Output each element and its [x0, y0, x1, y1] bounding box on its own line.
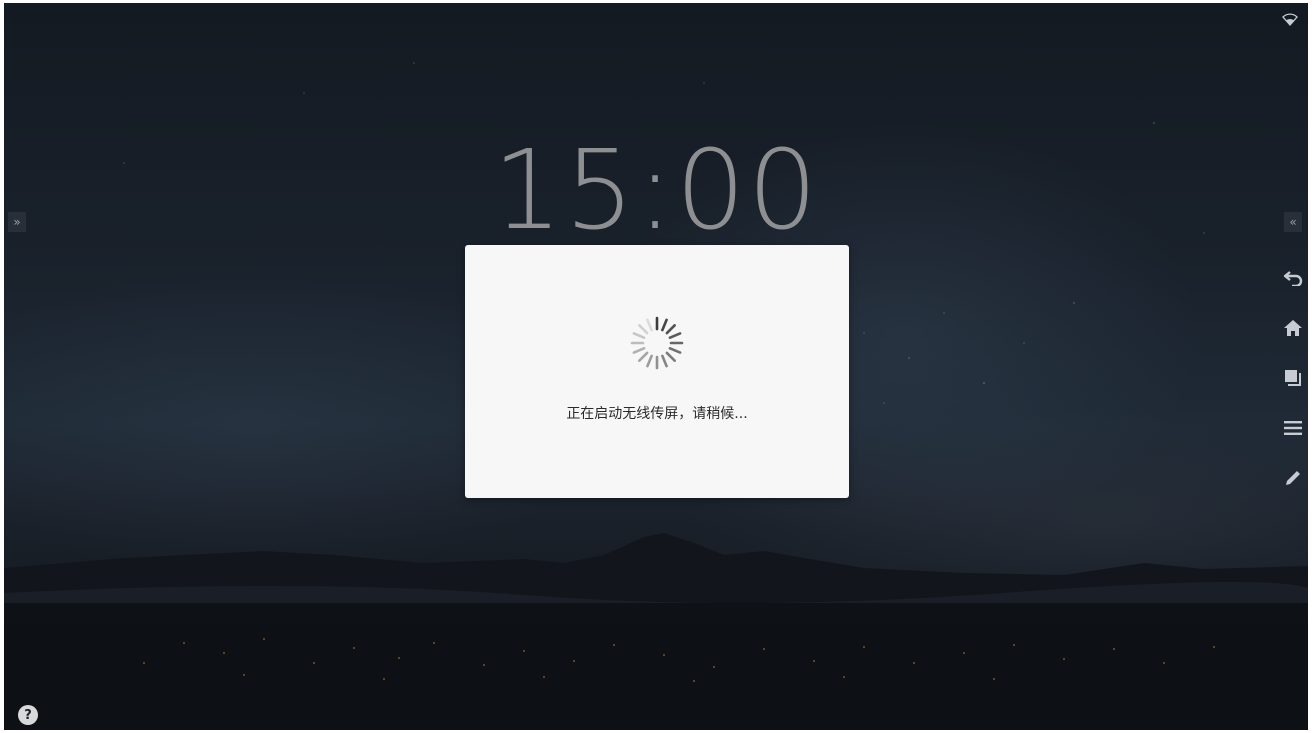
spinner-tick — [632, 347, 646, 354]
back-icon — [1283, 271, 1303, 286]
double-chevron-left-icon: « — [1289, 215, 1297, 229]
spinner-tick — [638, 351, 649, 362]
spinner-tick — [638, 324, 649, 335]
windows-icon — [1285, 370, 1301, 386]
spinner-tick — [668, 332, 682, 339]
question-icon: ? — [24, 707, 32, 723]
home-button[interactable] — [1280, 303, 1306, 353]
help-button[interactable]: ? — [18, 705, 38, 725]
menu-icon — [1284, 421, 1302, 435]
loading-spinner-icon — [630, 316, 684, 370]
pen-icon — [1286, 471, 1300, 485]
recent-windows-button[interactable] — [1280, 353, 1306, 403]
spinner-tick — [665, 351, 676, 362]
loading-message: 正在启动无线传屏，请稍候... — [566, 406, 748, 422]
home-icon — [1284, 320, 1302, 336]
double-chevron-right-icon: » — [13, 215, 21, 229]
right-sidebar-collapse-button[interactable]: « — [1284, 212, 1302, 232]
spinner-tick — [661, 318, 668, 332]
wifi-icon — [1282, 11, 1298, 30]
clock-time: 15:00 — [492, 126, 820, 254]
spinner-tick — [632, 332, 646, 339]
right-sidebar-toolbar — [1280, 253, 1306, 503]
wireless-casting-loading-dialog: 正在启动无线传屏，请稍候... — [465, 245, 849, 498]
annotate-pen-button[interactable] — [1280, 453, 1306, 503]
spinner-tick — [668, 347, 682, 354]
desktop-screen: 15:00 » « ? 正在启动无线传屏，请稍候... — [4, 3, 1308, 730]
menu-button[interactable] — [1280, 403, 1306, 453]
spinner-tick — [665, 324, 676, 335]
back-button[interactable] — [1280, 253, 1306, 303]
spinner-tick — [646, 354, 653, 368]
spinner-tick — [661, 354, 668, 368]
spinner-tick — [646, 318, 653, 332]
left-sidebar-expand-button[interactable]: » — [8, 212, 26, 232]
